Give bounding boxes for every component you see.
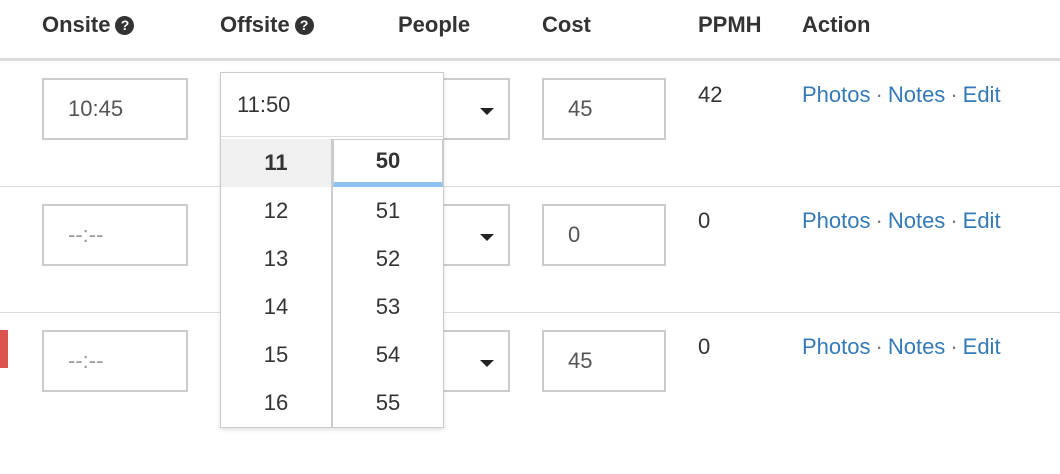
hour-option[interactable]: 11 <box>221 139 331 187</box>
help-icon[interactable]: ? <box>294 16 314 35</box>
hour-option[interactable]: 15 <box>221 331 331 379</box>
caret-down-icon <box>480 360 494 367</box>
minute-option[interactable]: 53 <box>333 283 443 331</box>
header-cost: Cost <box>542 12 591 37</box>
minute-option[interactable]: 55 <box>333 379 443 427</box>
minute-column[interactable]: 50 51 52 53 54 55 <box>333 139 443 427</box>
photos-link[interactable]: Photos <box>802 208 871 233</box>
hour-option[interactable]: 14 <box>221 283 331 331</box>
edit-link[interactable]: Edit <box>963 334 1001 359</box>
hour-option[interactable]: 12 <box>221 187 331 235</box>
header-divider <box>0 58 1060 61</box>
people-select[interactable] <box>442 78 510 140</box>
header-people: People <box>398 12 471 37</box>
onsite-time-input[interactable]: --:-- <box>42 204 188 266</box>
row-divider <box>0 312 1060 313</box>
notes-link[interactable]: Notes <box>888 82 945 107</box>
action-separator: · <box>875 82 883 107</box>
action-separator: · <box>875 208 883 233</box>
cost-input[interactable]: 0 <box>542 204 666 266</box>
onsite-time-input[interactable]: 10:45 <box>42 78 188 140</box>
action-separator: · <box>950 208 958 233</box>
edit-link[interactable]: Edit <box>963 208 1001 233</box>
row-actions: Photos · Notes · Edit <box>802 82 1001 108</box>
photos-link[interactable]: Photos <box>802 334 871 359</box>
minute-option[interactable]: 54 <box>333 331 443 379</box>
ppmh-value: 0 <box>698 334 711 359</box>
onsite-time-input[interactable]: --:-- <box>42 330 188 392</box>
ppmh-value: 42 <box>698 82 723 107</box>
hour-option[interactable]: 13 <box>221 235 331 283</box>
caret-down-icon <box>480 108 494 115</box>
header-onsite: Onsite? <box>42 12 135 38</box>
people-select[interactable] <box>442 330 510 392</box>
cost-input[interactable]: 45 <box>542 330 666 392</box>
edit-link[interactable]: Edit <box>963 82 1001 107</box>
help-icon[interactable]: ? <box>115 16 135 35</box>
row-actions: Photos · Notes · Edit <box>802 334 1001 360</box>
header-offsite: Offsite? <box>220 12 314 38</box>
minute-option[interactable]: 51 <box>333 187 443 235</box>
action-separator: · <box>875 334 883 359</box>
offsite-time-picker: 11:50 11 12 13 14 15 16 50 51 52 53 54 5… <box>220 72 444 428</box>
ppmh-value: 0 <box>698 208 711 233</box>
row-actions: Photos · Notes · Edit <box>802 208 1001 234</box>
caret-down-icon <box>480 234 494 241</box>
hour-column[interactable]: 11 12 13 14 15 16 <box>221 139 333 427</box>
action-separator: · <box>950 334 958 359</box>
header-onsite-label: Onsite <box>42 12 111 37</box>
offsite-time-input[interactable]: 11:50 <box>221 73 443 137</box>
header-offsite-label: Offsite <box>220 12 290 37</box>
minute-option[interactable]: 50 <box>333 139 443 187</box>
minute-option[interactable]: 52 <box>333 235 443 283</box>
header-action: Action <box>802 12 871 37</box>
row-status-flag <box>0 330 8 368</box>
notes-link[interactable]: Notes <box>888 208 945 233</box>
header-ppmh: PPMH <box>698 12 762 37</box>
photos-link[interactable]: Photos <box>802 82 871 107</box>
action-separator: · <box>950 82 958 107</box>
people-select[interactable] <box>442 204 510 266</box>
notes-link[interactable]: Notes <box>888 334 945 359</box>
hour-option[interactable]: 16 <box>221 379 331 427</box>
cost-input[interactable]: 45 <box>542 78 666 140</box>
row-divider <box>0 186 1060 187</box>
